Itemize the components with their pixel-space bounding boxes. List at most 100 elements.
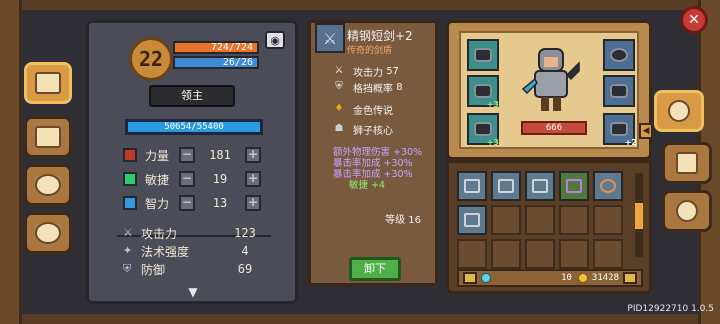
weapon-slot[interactable]: +2 — [603, 113, 637, 147]
tab-equipment[interactable] — [654, 90, 704, 132]
item-name: 精钢短剑+2 — [347, 29, 413, 43]
fist-icon — [123, 148, 137, 162]
attribute-row-strength: 力量 − 181 + — [123, 145, 263, 165]
inventory-slot-empty[interactable] — [491, 205, 521, 235]
attribute-value: 181 — [209, 148, 231, 162]
sword-icon: ⚔ — [123, 226, 133, 239]
decrease-agility-button[interactable]: − — [179, 171, 195, 187]
wood-frame-bottom — [0, 314, 720, 324]
tab-pets[interactable] — [24, 164, 72, 206]
ring-icon — [610, 48, 628, 62]
item-stat-value: 8 — [396, 81, 403, 93]
combat-stat-spell-power: ✦ 法术强度 4 — [123, 243, 265, 259]
helmet-icon — [668, 100, 690, 122]
ring-icon — [600, 179, 616, 193]
inventory-item-bone[interactable] — [491, 171, 521, 201]
chest-slot[interactable]: +3 — [467, 75, 499, 109]
gem-icon — [481, 273, 491, 283]
unequip-button[interactable]: 卸下 — [349, 257, 401, 281]
book-icon — [35, 72, 61, 94]
item-stat-value: 57 — [386, 65, 399, 77]
camera-button[interactable]: ◉ — [265, 31, 285, 49]
combat-stat-value: 4 — [241, 244, 249, 258]
shield-icon: ⛨ — [335, 81, 343, 92]
exp-bar: 50654/55400 — [125, 119, 263, 135]
boots-slot[interactable]: +3 — [467, 113, 499, 147]
sword-icon: ⚔ — [334, 65, 344, 76]
item-bonus: 额外物理伤害 +30% — [333, 147, 423, 158]
item-bonus-list: 额外物理伤害 +30% 暴击率加成 +30% 暴击率加成 +30% 敏捷 +4 — [333, 147, 422, 191]
tab-settings[interactable] — [662, 190, 712, 232]
decrease-strength-button[interactable]: − — [179, 147, 195, 163]
scrollbar-thumb[interactable] — [635, 203, 643, 229]
close-button[interactable]: ✕ — [680, 6, 708, 34]
inventory-item-sword[interactable] — [457, 205, 487, 235]
inventory-item-bow[interactable] — [525, 171, 555, 201]
sort-icon[interactable] — [623, 272, 637, 284]
inventory-item-ring[interactable] — [593, 171, 623, 201]
equipment-panel: +3 +3 +2 666 ◀ — [446, 20, 653, 160]
tab-character[interactable] — [24, 62, 72, 104]
wand-icon: ✦ — [123, 244, 133, 257]
inventory-item-sword[interactable] — [457, 171, 487, 201]
tab-vehicle[interactable] — [24, 212, 72, 254]
increase-agility-button[interactable]: + — [245, 171, 261, 187]
inventory-slot-empty[interactable] — [457, 239, 487, 269]
attribute-label: 力量 — [145, 148, 170, 163]
combat-stat-label: 防御 — [141, 262, 166, 277]
helmet-slot[interactable] — [467, 39, 499, 71]
inventory-slot-empty[interactable] — [559, 239, 589, 269]
item-detail-panel: ⚔ 精钢短剑+2 传奇的剑盾 ⚔ 攻击力 57 ⛨ 格挡概率 8 ♦ 金色传说 … — [308, 20, 438, 286]
combat-stat-value: 69 — [237, 262, 253, 276]
mp-bar: 26/26 — [173, 56, 259, 69]
amulet-slot[interactable] — [603, 75, 635, 107]
inventory-scrollbar[interactable] — [635, 173, 643, 257]
combat-stat-label: 攻击力 — [141, 226, 178, 241]
attribute-label: 敏捷 — [145, 172, 170, 187]
upgrade-label: +3 — [486, 100, 499, 109]
item-tag-lion-core: ☗ 狮子核心 — [333, 121, 393, 137]
inventory-slot-empty[interactable] — [525, 205, 555, 235]
combat-stat-defense: ⛨ 防御 69 — [123, 261, 265, 277]
character-title[interactable]: 领主 — [149, 85, 235, 107]
wood-frame-left — [0, 0, 22, 324]
wood-frame-top — [0, 0, 720, 10]
inventory-item-purple-hat[interactable] — [559, 171, 589, 201]
attribute-value: 19 — [212, 172, 228, 186]
lock-icon[interactable] — [463, 272, 477, 284]
item-quality: 传奇的剑盾 — [347, 46, 393, 56]
combat-stat-value: 123 — [234, 226, 256, 240]
combat-stat-label: 法术强度 — [141, 244, 190, 259]
feather-icon — [123, 172, 137, 186]
tab-skills[interactable] — [662, 142, 712, 184]
tab-gifts[interactable] — [24, 116, 72, 158]
combat-stat-attack: ⚔ 攻击力 123 — [123, 225, 265, 241]
bone-icon — [498, 179, 514, 193]
item-stat-label: 格挡概率 — [353, 83, 393, 95]
steering-wheel-icon — [35, 222, 61, 244]
inventory-slot-empty[interactable] — [559, 205, 589, 235]
shield-icon: ⛨ — [123, 262, 132, 275]
camera-icon: ◉ — [270, 33, 280, 47]
inventory-slot-empty[interactable] — [525, 239, 555, 269]
attribute-value: 13 — [212, 196, 228, 210]
ring-slot[interactable] — [603, 39, 635, 71]
power-rating: 666 — [521, 121, 587, 135]
short-sword-icon: ⚔ — [315, 23, 345, 53]
inventory-slot-empty[interactable] — [593, 239, 623, 269]
equipment-display: +3 +3 +2 666 — [459, 31, 639, 149]
paw-icon — [35, 174, 61, 196]
decrease-intelligence-button[interactable]: − — [179, 195, 195, 211]
scroll-down-arrow-icon[interactable]: ▼ — [179, 285, 207, 299]
inventory-slot-empty[interactable] — [593, 205, 623, 235]
increase-strength-button[interactable]: + — [245, 147, 261, 163]
item-bonus: 敏捷 +4 — [349, 180, 386, 191]
item-tag-label: 金色传说 — [353, 105, 393, 117]
increase-intelligence-button[interactable]: + — [245, 195, 261, 211]
collapse-arrow-icon[interactable]: ◀ — [639, 123, 653, 139]
sword-icon — [464, 213, 480, 227]
book-icon — [123, 196, 137, 210]
weapon-upgrade-label: +2 — [624, 138, 637, 147]
level-badge: 22 — [129, 37, 173, 81]
inventory-slot-empty[interactable] — [491, 239, 521, 269]
